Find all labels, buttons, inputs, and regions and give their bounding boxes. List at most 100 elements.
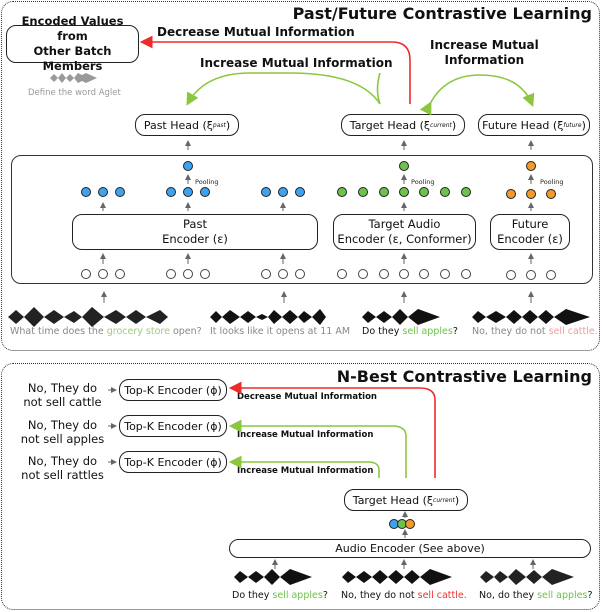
past-input-node (183, 269, 193, 279)
past-output-node (166, 187, 176, 197)
candidate-3-text: No, They do not sell rattles (21, 454, 104, 482)
bottom-caption-3-hl: sell apples (537, 590, 588, 601)
past-input-node (98, 269, 108, 279)
past-output-node (200, 187, 210, 197)
past-input-node (261, 269, 271, 279)
past-head-close: ) (225, 118, 231, 132)
future-output-node (526, 189, 536, 199)
topk-encoder-1: Top-K Encoder (ϕ) (119, 379, 227, 401)
caption-past-1-pre: What time does the (10, 326, 107, 337)
target-input-node (337, 269, 347, 279)
caption-future: No, they do not sell cattle. (472, 326, 598, 337)
caption-future-hl: sell cattle. (548, 326, 598, 337)
future-input-node (506, 270, 516, 280)
future-output-node (506, 189, 516, 199)
past-output-node (98, 187, 108, 197)
bottom-caption-3-post: ? (587, 590, 593, 601)
future-head-close: ) (581, 118, 586, 132)
bottom-caption-3-pre: No, do they (479, 590, 538, 601)
target-output-node (399, 187, 409, 197)
bottom-target-head-label: Target Head (ξ (352, 493, 434, 507)
past-output-node (81, 187, 91, 197)
caption-past-1: What time does the grocery store open? (10, 326, 202, 337)
target-output-node (337, 187, 347, 197)
bottom-caption-1: Do they sell apples? (232, 590, 328, 601)
batch-members-box: Encoded Values from Other Batch Members (6, 14, 139, 73)
target-output-node (358, 187, 368, 197)
past-head-box: Past Head (ξ past) (135, 114, 239, 136)
bottom-caption-2-pre: No, they do not (341, 590, 418, 601)
target-output-node (461, 187, 471, 197)
relation-label-3: Increase Mutual Information (237, 466, 374, 476)
future-output-node (546, 189, 556, 199)
increase-mi-label-right: Increase Mutual Information (430, 38, 539, 67)
past-input-node (200, 269, 210, 279)
pooled-node-past (183, 161, 193, 171)
future-input-node (526, 270, 536, 280)
target-input-node (399, 269, 409, 279)
target-output-node (379, 187, 389, 197)
past-input-node (166, 269, 176, 279)
bottom-caption-2: No, they do not sell cattle. (341, 590, 467, 601)
caption-target-pre: Do they (362, 326, 403, 337)
bottom-caption-1-pre: Do they (232, 590, 273, 601)
future-input-node (546, 270, 556, 280)
past-output-node (115, 187, 125, 197)
target-input-node (379, 269, 389, 279)
bottom-target-head-sub: current (433, 496, 455, 504)
relation-label-2: Increase Mutual Information (237, 430, 374, 440)
past-encoder-box: Past Encoder (ε) (72, 214, 318, 250)
caption-future-pre: No, they do not (472, 326, 549, 337)
topk-encoder-3: Top-K Encoder (ϕ) (119, 451, 227, 473)
future-head-label: Future Head (ξ (482, 118, 564, 132)
relation-label-1: Decrease Mutual Information (237, 392, 377, 402)
past-input-node (278, 269, 288, 279)
audio-encoder-box: Audio Encoder (See above) (229, 539, 591, 558)
future-encoder-box: Future Encoder (ε) (490, 214, 570, 250)
target-input-node (358, 269, 368, 279)
candidate-2-text: No, They do not sell apples (20, 418, 105, 446)
decrease-mi-label: Decrease Mutual Information (157, 25, 355, 39)
past-input-node (81, 269, 91, 279)
future-head-sub: future (563, 121, 582, 129)
past-input-node (115, 269, 125, 279)
past-head-sub: past (212, 121, 226, 129)
past-input-node (295, 269, 305, 279)
target-head-label: Target Head (ξ (349, 118, 431, 132)
target-head-box: Target Head (ξ current) (341, 114, 465, 136)
target-input-node (419, 269, 429, 279)
pooled-node-target (399, 161, 409, 171)
pooling-label-future: Pooling (540, 178, 564, 186)
n-best-title: N-Best Contrastive Learning (336, 367, 592, 386)
target-output-node (440, 187, 450, 197)
target-input-node (440, 269, 450, 279)
batch-caption: Define the word Aglet (28, 88, 121, 98)
caption-past-2-pre: It looks like it opens at 11 AM (210, 326, 351, 337)
past-future-title: Past/Future Contrastive Learning (292, 4, 592, 23)
caption-past-2: It looks like it opens at 11 AM (210, 326, 350, 337)
bottom-target-head-box: Target Head (ξ current) (344, 489, 468, 511)
past-output-node (261, 187, 271, 197)
bottom-caption-3: No, do they sell apples? (479, 590, 593, 601)
target-head-sub: current (430, 121, 452, 129)
bottom-target-head-close: ) (454, 493, 460, 507)
past-output-node (295, 187, 305, 197)
past-head-label: Past Head (ξ (143, 118, 213, 132)
combined-node-orange (405, 519, 415, 529)
past-output-node (278, 187, 288, 197)
target-output-node (419, 187, 429, 197)
caption-target-hl: sell apples (402, 326, 453, 337)
bottom-caption-1-post: ? (322, 590, 328, 601)
past-output-node (183, 187, 193, 197)
caption-target: Do they sell apples? (362, 326, 458, 337)
caption-past-1-hl: grocery store (106, 326, 170, 337)
bottom-caption-1-hl: sell apples (272, 590, 323, 601)
target-encoder-box: Target Audio Encoder (ε, Conformer) (333, 214, 476, 250)
pooled-node-future (526, 161, 536, 171)
target-input-node (461, 269, 471, 279)
bottom-caption-2-hl: sell cattle. (417, 590, 467, 601)
target-head-close: ) (451, 118, 457, 132)
increase-mi-label-left: Increase Mutual Information (200, 56, 393, 70)
caption-past-1-post: open? (169, 326, 202, 337)
candidate-1-text: No, They do not sell cattle (23, 381, 102, 409)
